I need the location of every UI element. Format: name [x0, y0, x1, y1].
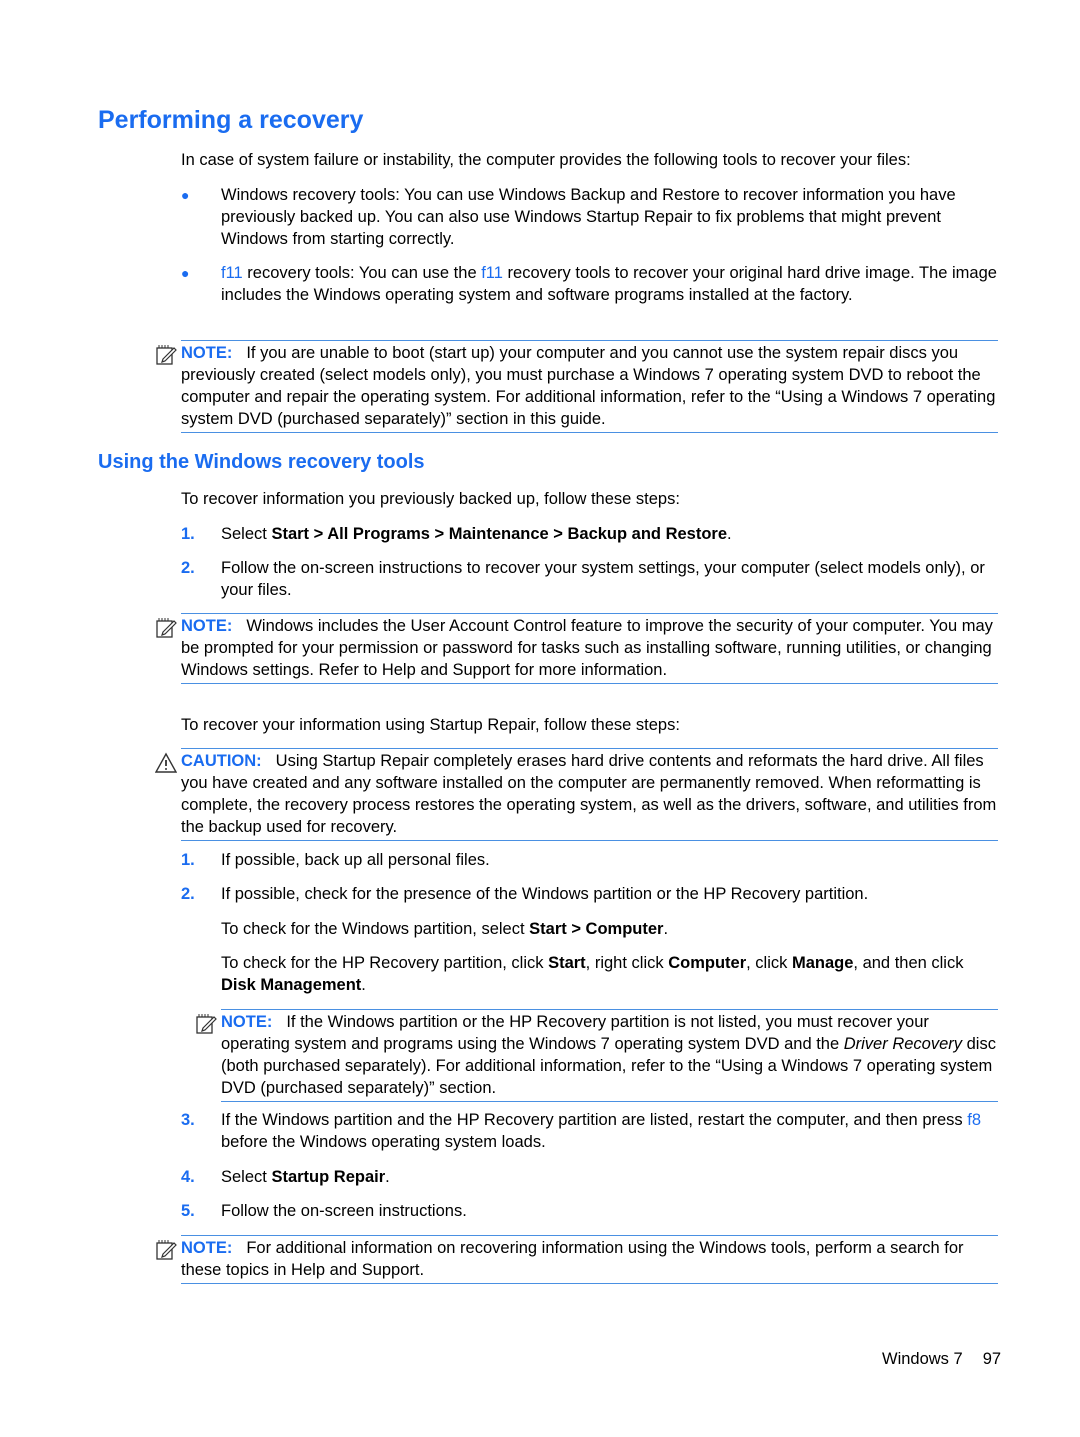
startup-repair-intro: To recover your information using Startu…	[181, 716, 680, 734]
bullet-dot-icon: ●	[181, 265, 190, 281]
warning-triangle-icon	[155, 752, 177, 773]
f11-key: f11	[221, 264, 243, 282]
note-icon	[156, 618, 177, 638]
bullet-dot-icon: ●	[181, 187, 190, 203]
menu-path: Start > All Programs > Maintenance > Bac…	[271, 525, 728, 543]
note-label: NOTE:	[181, 617, 233, 635]
section-title: Performing a recovery	[98, 106, 364, 134]
bullet-f11-recovery-tools: ● f11 recovery tools: You can use the f1…	[181, 264, 997, 304]
page-footer: Windows 7 97	[882, 1348, 1021, 1370]
step-3-restart: 3. If the Windows partition and the HP R…	[181, 1111, 982, 1151]
step-5-follow-instructions: 5. Follow the on-screen instructions.	[181, 1202, 467, 1220]
note-icon	[156, 345, 177, 365]
step-2-follow-instructions: 2. Follow the on-screen instructions to …	[181, 559, 985, 599]
note-help-support: NOTE: For additional information on recov…	[156, 1235, 998, 1284]
note-boot-dvd: NOTE: If you are unable to boot (start up…	[156, 340, 998, 433]
caution-startup-repair: CAUTION: Using Startup Repair completely …	[155, 748, 998, 841]
note-partition-not-listed: NOTE: If the Windows partition or the HP …	[196, 1009, 998, 1102]
note-icon	[196, 1014, 217, 1034]
f8-key: f8	[967, 1111, 982, 1129]
subsection-intro: To recover information you previously ba…	[181, 490, 680, 508]
footer-chapter: Windows 7	[882, 1350, 963, 1368]
note-icon	[156, 1240, 177, 1260]
step-1-backup-restore: 1. Select Start > All Programs > Mainten…	[181, 525, 732, 543]
section-intro: In case of system failure or instability…	[181, 151, 911, 169]
check-windows-partition: To check for the Windows partition, sele…	[221, 920, 669, 938]
note-label: NOTE:	[181, 1239, 233, 1257]
bullet-windows-recovery-tools: ● Windows recovery tools: You can use Wi…	[181, 186, 956, 248]
note-uac: NOTE: Windows includes the User Account C…	[156, 613, 998, 684]
step-2-check-partitions: 2. If possible, check for the presence o…	[181, 885, 869, 903]
note-label: NOTE:	[221, 1013, 273, 1031]
f11-key: f11	[481, 264, 503, 282]
page-number: 97	[982, 1350, 1002, 1368]
subsection-title: Using the Windows recovery tools	[98, 451, 425, 473]
note-label: NOTE:	[181, 344, 233, 362]
step-4-select-startup-repair: 4. Select Startup Repair.	[181, 1168, 390, 1186]
check-hp-recovery-partition: To check for the HP Recovery partition, …	[221, 954, 964, 994]
step-1-backup-files: 1. If possible, back up all personal fil…	[181, 851, 490, 869]
caution-label: CAUTION:	[181, 752, 262, 770]
